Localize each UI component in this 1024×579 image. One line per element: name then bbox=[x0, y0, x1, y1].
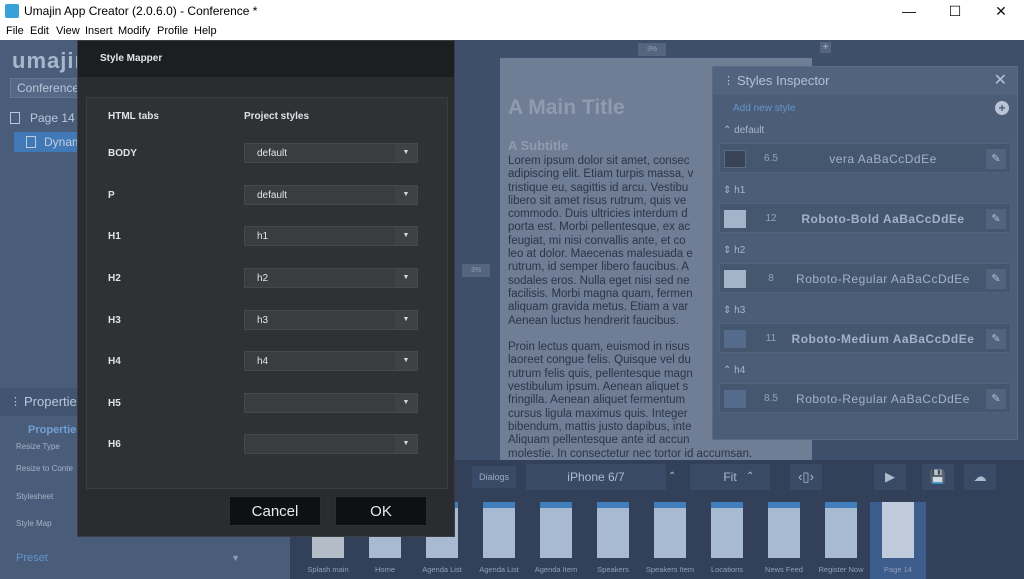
select-value: default bbox=[257, 148, 288, 159]
menu-edit[interactable]: Edit bbox=[30, 25, 49, 37]
window-title: Umajin App Creator (2.0.6.0) - Conferenc… bbox=[24, 4, 258, 18]
tag-label-h4: H4 bbox=[108, 356, 121, 367]
chevron-down-icon: ▼ bbox=[395, 227, 417, 245]
menu-profile[interactable]: Profile bbox=[157, 25, 188, 37]
tag-label-body: BODY bbox=[108, 148, 137, 159]
chevron-down-icon: ▼ bbox=[395, 144, 417, 162]
close-window-button[interactable]: ✕ bbox=[978, 0, 1024, 22]
tag-label-p: P bbox=[108, 190, 115, 201]
html-tabs-header: HTML tabs bbox=[108, 111, 159, 122]
ok-button[interactable]: OK bbox=[335, 496, 427, 526]
cancel-button[interactable]: Cancel bbox=[229, 496, 321, 526]
style-select-h6[interactable]: ▼ bbox=[244, 434, 418, 454]
menu-help[interactable]: Help bbox=[194, 25, 217, 37]
project-styles-header: Project styles bbox=[244, 111, 310, 122]
app-icon bbox=[5, 4, 19, 18]
dialog-title: Style Mapper bbox=[78, 41, 454, 77]
tag-label-h5: H5 bbox=[108, 398, 121, 409]
style-select-h4[interactable]: h4 ▼ bbox=[244, 351, 418, 371]
tag-label-h3: H3 bbox=[108, 315, 121, 326]
chevron-down-icon: ▼ bbox=[395, 352, 417, 370]
minimize-button[interactable]: — bbox=[886, 0, 932, 22]
menu-file[interactable]: File bbox=[6, 25, 24, 37]
menu-view[interactable]: View bbox=[56, 25, 80, 37]
style-mapper-dialog: Style Mapper HTML tabs Project styles BO… bbox=[77, 40, 455, 537]
style-select-body[interactable]: default ▼ bbox=[244, 143, 418, 163]
tag-label-h6: H6 bbox=[108, 439, 121, 450]
select-value: h4 bbox=[257, 356, 269, 367]
select-value: h2 bbox=[257, 273, 269, 284]
menu-bar: File Edit View Insert Modify Profile Hel… bbox=[0, 22, 1024, 40]
select-value: h1 bbox=[257, 231, 269, 242]
select-value: default bbox=[257, 190, 288, 201]
style-select-p[interactable]: default ▼ bbox=[244, 185, 418, 205]
app-window: Umajin App Creator (2.0.6.0) - Conferenc… bbox=[0, 0, 1024, 579]
title-bar: Umajin App Creator (2.0.6.0) - Conferenc… bbox=[0, 0, 1024, 22]
chevron-down-icon: ▼ bbox=[395, 311, 417, 329]
chevron-down-icon: ▼ bbox=[395, 269, 417, 287]
maximize-button[interactable]: ☐ bbox=[932, 0, 978, 22]
style-select-h2[interactable]: h2 ▼ bbox=[244, 268, 418, 288]
style-select-h1[interactable]: h1 ▼ bbox=[244, 226, 418, 246]
tag-label-h2: H2 bbox=[108, 273, 121, 284]
style-select-h5[interactable]: ▼ bbox=[244, 393, 418, 413]
chevron-down-icon: ▼ bbox=[395, 186, 417, 204]
chevron-down-icon: ▼ bbox=[395, 435, 417, 453]
menu-modify[interactable]: Modify bbox=[118, 25, 150, 37]
chevron-down-icon: ▼ bbox=[395, 394, 417, 412]
style-select-h3[interactable]: h3 ▼ bbox=[244, 310, 418, 330]
menu-insert[interactable]: Insert bbox=[85, 25, 113, 37]
tag-label-h1: H1 bbox=[108, 231, 121, 242]
select-value: h3 bbox=[257, 315, 269, 326]
